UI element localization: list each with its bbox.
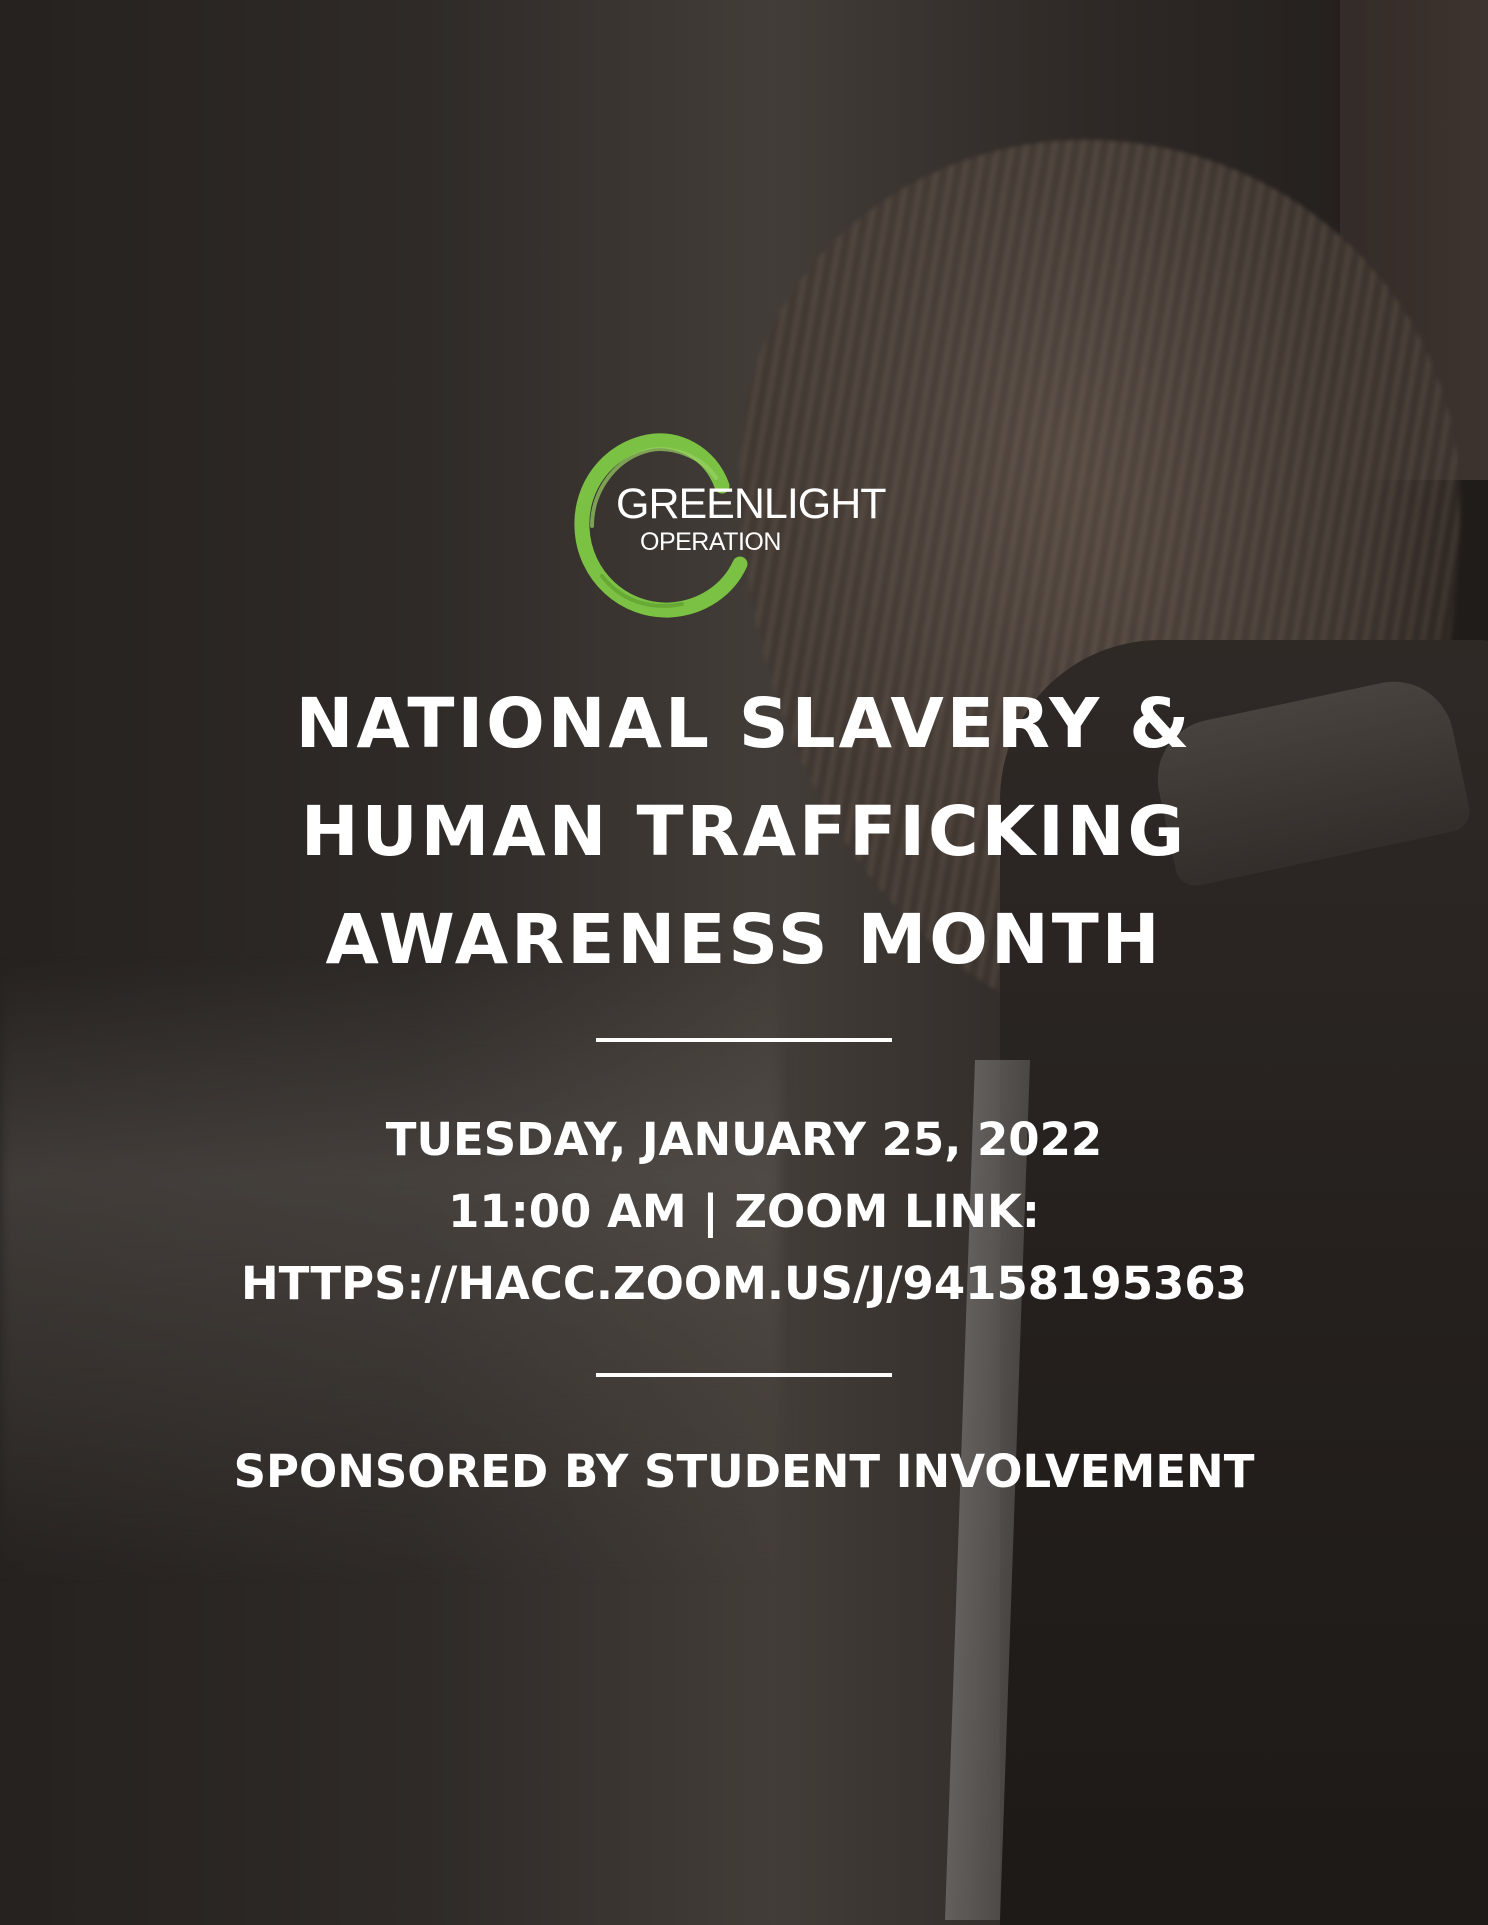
event-title-line3: AWARENESS MONTH <box>325 900 1163 980</box>
divider-bottom <box>596 1373 892 1377</box>
event-title-line2: HUMAN TRAFFICKING <box>300 792 1188 872</box>
sponsor-line: SPONSORED BY STUDENT INVOLVEMENT <box>233 1445 1255 1498</box>
logo-wordmark-line1: GREENLIGHT <box>616 480 887 528</box>
event-title-line1: NATIONAL SLAVERY & <box>295 684 1193 764</box>
logo-wordmark-line2: OPERATION <box>640 528 781 556</box>
zoom-link[interactable]: HTTPS://HACC.ZOOM.US/J/94158195363 <box>0 1248 1488 1320</box>
flyer-page: GREENLIGHT OPERATION NATIONAL SLAVERY & … <box>0 0 1488 1925</box>
divider-top <box>596 1038 892 1042</box>
event-time: 11:00 AM | ZOOM LINK: <box>448 1185 1040 1238</box>
event-details: TUESDAY, JANUARY 25, 2022 11:00 AM | ZOO… <box>0 1104 1488 1320</box>
event-title: NATIONAL SLAVERY & HUMAN TRAFFICKING AWA… <box>0 670 1488 994</box>
event-date: TUESDAY, JANUARY 25, 2022 <box>385 1113 1103 1166</box>
greenlight-operation-logo: GREENLIGHT OPERATION <box>572 426 912 626</box>
